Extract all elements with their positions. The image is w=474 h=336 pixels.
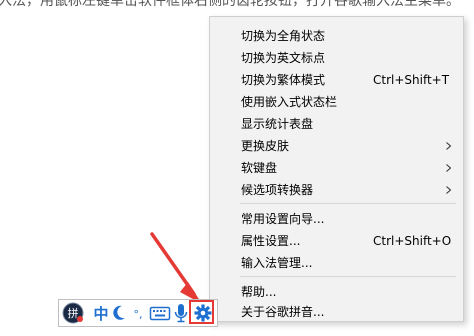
menu-item-setup-wizard[interactable]: 常用设置向导...: [210, 208, 463, 230]
menu-item-label: 关于谷歌拼音...: [241, 305, 325, 319]
menu-item-candidate-converter[interactable]: 候选项转换器: [210, 179, 463, 201]
submenu-arrow-icon: [446, 142, 451, 150]
microphone-icon[interactable]: [173, 302, 189, 324]
menu-item-label: 切换为繁体模式: [241, 73, 326, 87]
menu-item-label: 切换为英文标点: [241, 51, 326, 65]
menu-item-ime-manager[interactable]: 输入法管理...: [210, 252, 463, 274]
menu-item-soft-keyboard[interactable]: 软键盘: [210, 157, 463, 179]
menu-item-label: 候选项转换器: [241, 183, 314, 197]
ime-logo-icon[interactable]: 拼: [61, 302, 85, 324]
menu-item-fullwidth[interactable]: 切换为全角状态: [210, 25, 463, 47]
menu-item-label: 输入法管理...: [241, 256, 313, 270]
menu-item-label: 显示统计表盘: [241, 117, 314, 131]
submenu-arrow-icon: [446, 164, 451, 172]
gear-highlight-box: [189, 300, 214, 324]
menu-item-label: 常用设置向导...: [241, 212, 325, 226]
half-width-moon-icon[interactable]: [112, 302, 128, 324]
menu-item-change-skin[interactable]: 更换皮肤: [210, 135, 463, 157]
screenshot-stage: 入法，用鼠标左键单击软件框体右侧的齿轮按钮，打开谷歌输入法主菜单。 切换为全角状…: [0, 0, 474, 336]
document-instruction-text: 入法，用鼠标左键单击软件框体右侧的齿轮按钮，打开谷歌输入法主菜单。: [0, 0, 460, 9]
ime-logo-char: 拼: [68, 306, 79, 320]
menu-separator: [240, 276, 456, 277]
menu-separator: [240, 203, 456, 204]
menu-item-label: 帮助...: [241, 285, 277, 299]
soft-keyboard-icon[interactable]: [149, 302, 171, 324]
punctuation-char: °,: [134, 308, 143, 321]
menu-item-english-punct[interactable]: 切换为英文标点: [210, 47, 463, 69]
annotation-arrow-icon: [150, 232, 202, 304]
submenu-arrow-icon: [446, 186, 451, 194]
punctuation-icon[interactable]: °,: [131, 302, 145, 324]
menu-item-shortcut: Ctrl+Shift+O: [373, 234, 452, 248]
chinese-mode-icon[interactable]: 中: [92, 302, 110, 324]
menu-item-about[interactable]: 关于谷歌拼音...: [210, 301, 463, 323]
menu-item-label: 更换皮肤: [241, 139, 290, 153]
menu-item-properties[interactable]: 属性设置... Ctrl+Shift+O: [210, 230, 463, 252]
ime-main-menu: 切换为全角状态 切换为英文标点 切换为繁体模式 Ctrl+Shift+T 使用嵌…: [209, 16, 464, 322]
menu-item-label: 软键盘: [241, 161, 278, 175]
menu-item-shortcut: Ctrl+Shift+T: [373, 73, 450, 87]
menu-item-traditional[interactable]: 切换为繁体模式 Ctrl+Shift+T: [210, 69, 463, 91]
menu-item-embedded-statusbar[interactable]: 使用嵌入式状态栏: [210, 91, 463, 113]
menu-item-label: 属性设置...: [241, 234, 301, 248]
chinese-mode-char: 中: [93, 305, 108, 323]
menu-item-stats-dashboard[interactable]: 显示统计表盘: [210, 113, 463, 135]
menu-item-label: 切换为全角状态: [241, 29, 326, 43]
menu-item-help[interactable]: 帮助...: [210, 281, 463, 303]
menu-item-label: 使用嵌入式状态栏: [241, 95, 338, 109]
